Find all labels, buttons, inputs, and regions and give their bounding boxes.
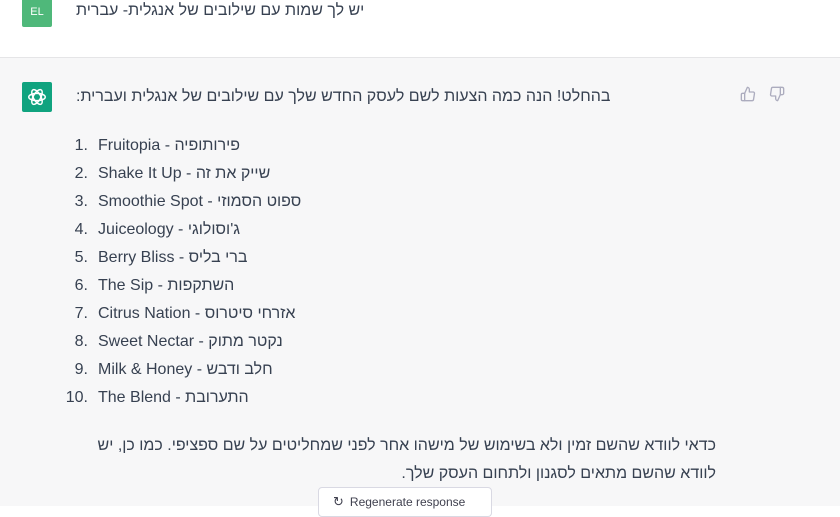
list-item-number: 2. [74,165,88,182]
list-item: 2. Shake It Up - שייק את זה [60,160,301,188]
assistant-message-row: בהחלט! הנה כמה הצעות לשם לעסק החדש שלך ע… [0,58,840,506]
list-item-number: 7. [74,305,88,322]
list-item-text: Shake It Up - שייק את זה [98,165,271,182]
list-item-text: Sweet Nectar - נקטר מתוק [98,333,283,350]
regenerate-response-button[interactable]: ↻ Regenerate response [318,487,492,517]
list-item: 7. Citrus Nation - אזרחי סיטרוס [60,300,301,328]
list-item: 9. Milk & Honey - חלב ודבש [60,356,301,384]
thumbs-up-icon [740,86,756,102]
list-item: 6. The Sip - השתקפות [60,272,301,300]
list-item-text: The Sip - השתקפות [98,277,235,294]
list-item-number: 5. [74,249,88,266]
list-item: 8. Sweet Nectar - נקטר מתוק [60,328,301,356]
list-item-number: 1. [74,137,88,154]
list-item-text: Fruitopia - פירותופיה [98,137,241,154]
regenerate-label: Regenerate response [349,495,466,509]
list-item-text: The Blend - התערובת [98,389,249,406]
list-item-number: 9. [74,361,88,378]
list-item: 4. Juiceology - ג'וסולוגי [60,216,301,244]
assistant-note-text: כדאי לוודא שהשם זמין ולא בשימוש של מישהו… [97,437,716,482]
list-item-text: Berry Bliss - ברי בליס [98,249,248,266]
list-item-number: 8. [74,333,88,350]
suggestions-list: 1. Fruitopia - פירותופיה 2. Shake It Up - … [60,132,302,412]
list-item: 1. Fruitopia - פירותופיה [60,132,301,160]
assistant-avatar [22,82,52,112]
user-message-row: EL יש לך שמות עם שילובים של אנגלית- עברי… [0,0,840,58]
list-item-number: 3. [74,193,88,210]
list-item-text: Milk & Honey - חלב ודבש [98,361,273,378]
openai-logo-icon [28,88,46,106]
thumbs-down-button[interactable] [769,86,785,102]
list-item: 5. Berry Bliss - ברי בליס [60,244,301,272]
list-item: 3. Smoothie Spot - ספוט הסמוזי [60,188,302,216]
refresh-icon: ↻ [333,494,344,509]
list-item-text: Smoothie Spot - ספוט הסמוזי [98,193,302,210]
assistant-intro-text: בהחלט! הנה כמה הצעות לשם לעסק החדש שלך ע… [76,88,611,105]
thumbs-up-button[interactable] [740,86,756,102]
list-item-text: Juiceology - ג'וסולוגי [98,221,241,238]
list-item-number: 10. [65,389,88,406]
thumbs-down-icon [769,86,785,102]
user-avatar: EL [22,0,52,27]
list-item-text: Citrus Nation - אזרחי סיטרוס [98,305,296,322]
list-item-number: 6. [74,277,88,294]
user-message-text: יש לך שמות עם שילובים של אנגלית- עברית [76,2,365,19]
list-item-number: 4. [74,221,88,238]
list-item: 10. The Blend - התערובת [60,384,301,412]
